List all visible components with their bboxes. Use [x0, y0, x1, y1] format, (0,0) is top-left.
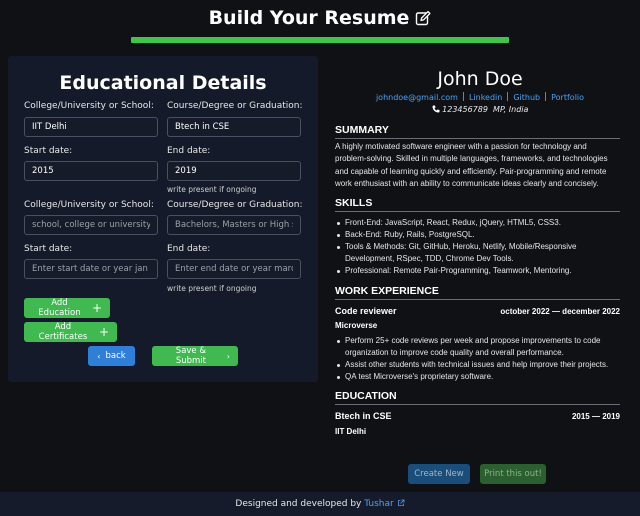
summary-text: A highly motivated software engineer wit… — [335, 142, 608, 188]
add-certificates-button[interactable]: Add Certificates + — [24, 322, 117, 342]
linkedin-link[interactable]: Linkedin — [469, 93, 502, 102]
degree-input[interactable] — [167, 215, 301, 235]
end-date-label: End date: — [167, 146, 211, 156]
end-date-hint: write present if ongoing — [167, 284, 257, 293]
degree-label: Course/Degree or Graduation: — [167, 101, 303, 111]
college-input[interactable] — [24, 117, 158, 137]
back-label: back — [105, 351, 126, 361]
portfolio-link[interactable]: Portfolio — [551, 93, 584, 102]
create-new-button[interactable]: Create New — [408, 464, 470, 484]
print-button[interactable]: Print this out! — [480, 464, 546, 484]
skills-heading: SKILLS — [335, 197, 620, 212]
degree-input[interactable] — [167, 117, 301, 137]
start-date-input[interactable] — [24, 161, 158, 181]
experience-role: Code reviewer — [335, 306, 397, 316]
start-date-label: Start date: — [24, 146, 73, 156]
github-link[interactable]: Github — [513, 93, 540, 102]
resume-contacts: johndoe@gmail.com Linkedin Github Portfolio — [335, 92, 625, 102]
resume-name: John Doe — [437, 68, 523, 90]
list-item: Front-End: JavaScript, React, Redux, jQu… — [335, 217, 620, 229]
edit-icon — [416, 10, 431, 26]
list-item: Back-End: Ruby, Rails, PostgreSQL. — [335, 229, 620, 241]
college-label: College/University or School: — [24, 101, 154, 111]
add-certificates-label: Add Certificates — [38, 322, 88, 342]
end-date-hint: write present if ongoing — [167, 185, 257, 194]
footer: Designed and developed by Tushar — [0, 492, 640, 516]
start-date-label: Start date: — [24, 244, 73, 254]
divider — [545, 92, 547, 101]
education-degree: Btech in CSE — [335, 411, 392, 421]
chevron-right-icon: › — [226, 351, 230, 361]
education-heading: EDUCATION — [335, 390, 620, 405]
resume-location: MP, India — [493, 105, 529, 114]
plus-icon: + — [98, 325, 109, 339]
list-item: Perform 25+ code reviews per week and pr… — [335, 335, 620, 359]
save-submit-label: Save & Submit — [175, 346, 206, 366]
email-link[interactable]: johndoe@gmail.com — [376, 93, 458, 102]
progress-bar — [131, 37, 509, 43]
app-header: Build Your Resume — [0, 0, 640, 48]
degree-label: Course/Degree or Graduation: — [167, 200, 303, 210]
footer-text: Designed and developed by — [235, 499, 362, 509]
list-item: Assist other students with technical iss… — [335, 359, 620, 371]
summary-heading: SUMMARY — [335, 124, 620, 139]
divider — [462, 92, 464, 101]
page-title-text: Build Your Resume — [208, 7, 410, 29]
experience-dates: october 2022 — december 2022 — [500, 307, 620, 316]
college-label: College/University or School: — [24, 200, 154, 210]
skills-list: Front-End: JavaScript, React, Redux, jQu… — [335, 217, 620, 277]
resume-preview: John Doe johndoe@gmail.com Linkedin Github… — [335, 60, 625, 440]
page-title: Build Your Resume — [0, 7, 640, 29]
start-date-input[interactable] — [24, 259, 158, 279]
end-date-input[interactable] — [167, 161, 301, 181]
add-education-button[interactable]: Add Education + — [24, 298, 110, 318]
experience-heading: WORK EXPERIENCE — [335, 285, 620, 300]
chevron-left-icon: ‹ — [97, 351, 101, 361]
education-form: Educational Details College/University o… — [8, 56, 318, 382]
form-title: Educational Details — [59, 72, 267, 94]
education-school: IIT Delhi — [335, 427, 367, 436]
experience-list: Perform 25+ code reviews per week and pr… — [335, 335, 620, 383]
list-item: Professional: Remote Pair-Programming, T… — [335, 265, 620, 277]
resume-phone: 123456789 — [442, 105, 488, 114]
back-button[interactable]: ‹ back — [88, 346, 135, 366]
college-input[interactable] — [24, 215, 158, 235]
divider — [507, 92, 509, 101]
author-link[interactable]: Tushar — [364, 499, 393, 509]
external-link-icon — [397, 499, 404, 506]
plus-icon: + — [91, 301, 102, 315]
resume-phone-location: 123456789 MP, India — [335, 105, 625, 114]
list-item: Tools & Methods: Git, GitHub, Heroku, Ne… — [335, 241, 620, 265]
end-date-label: End date: — [167, 244, 211, 254]
add-education-label: Add Education — [38, 298, 81, 318]
save-submit-button[interactable]: Save & Submit › — [152, 346, 238, 366]
phone-icon — [432, 105, 440, 113]
education-dates: 2015 — 2019 — [571, 412, 620, 421]
list-item: QA test Microverse's proprietary softwar… — [335, 371, 620, 383]
experience-company: Microverse — [335, 321, 378, 330]
end-date-input[interactable] — [167, 259, 301, 279]
